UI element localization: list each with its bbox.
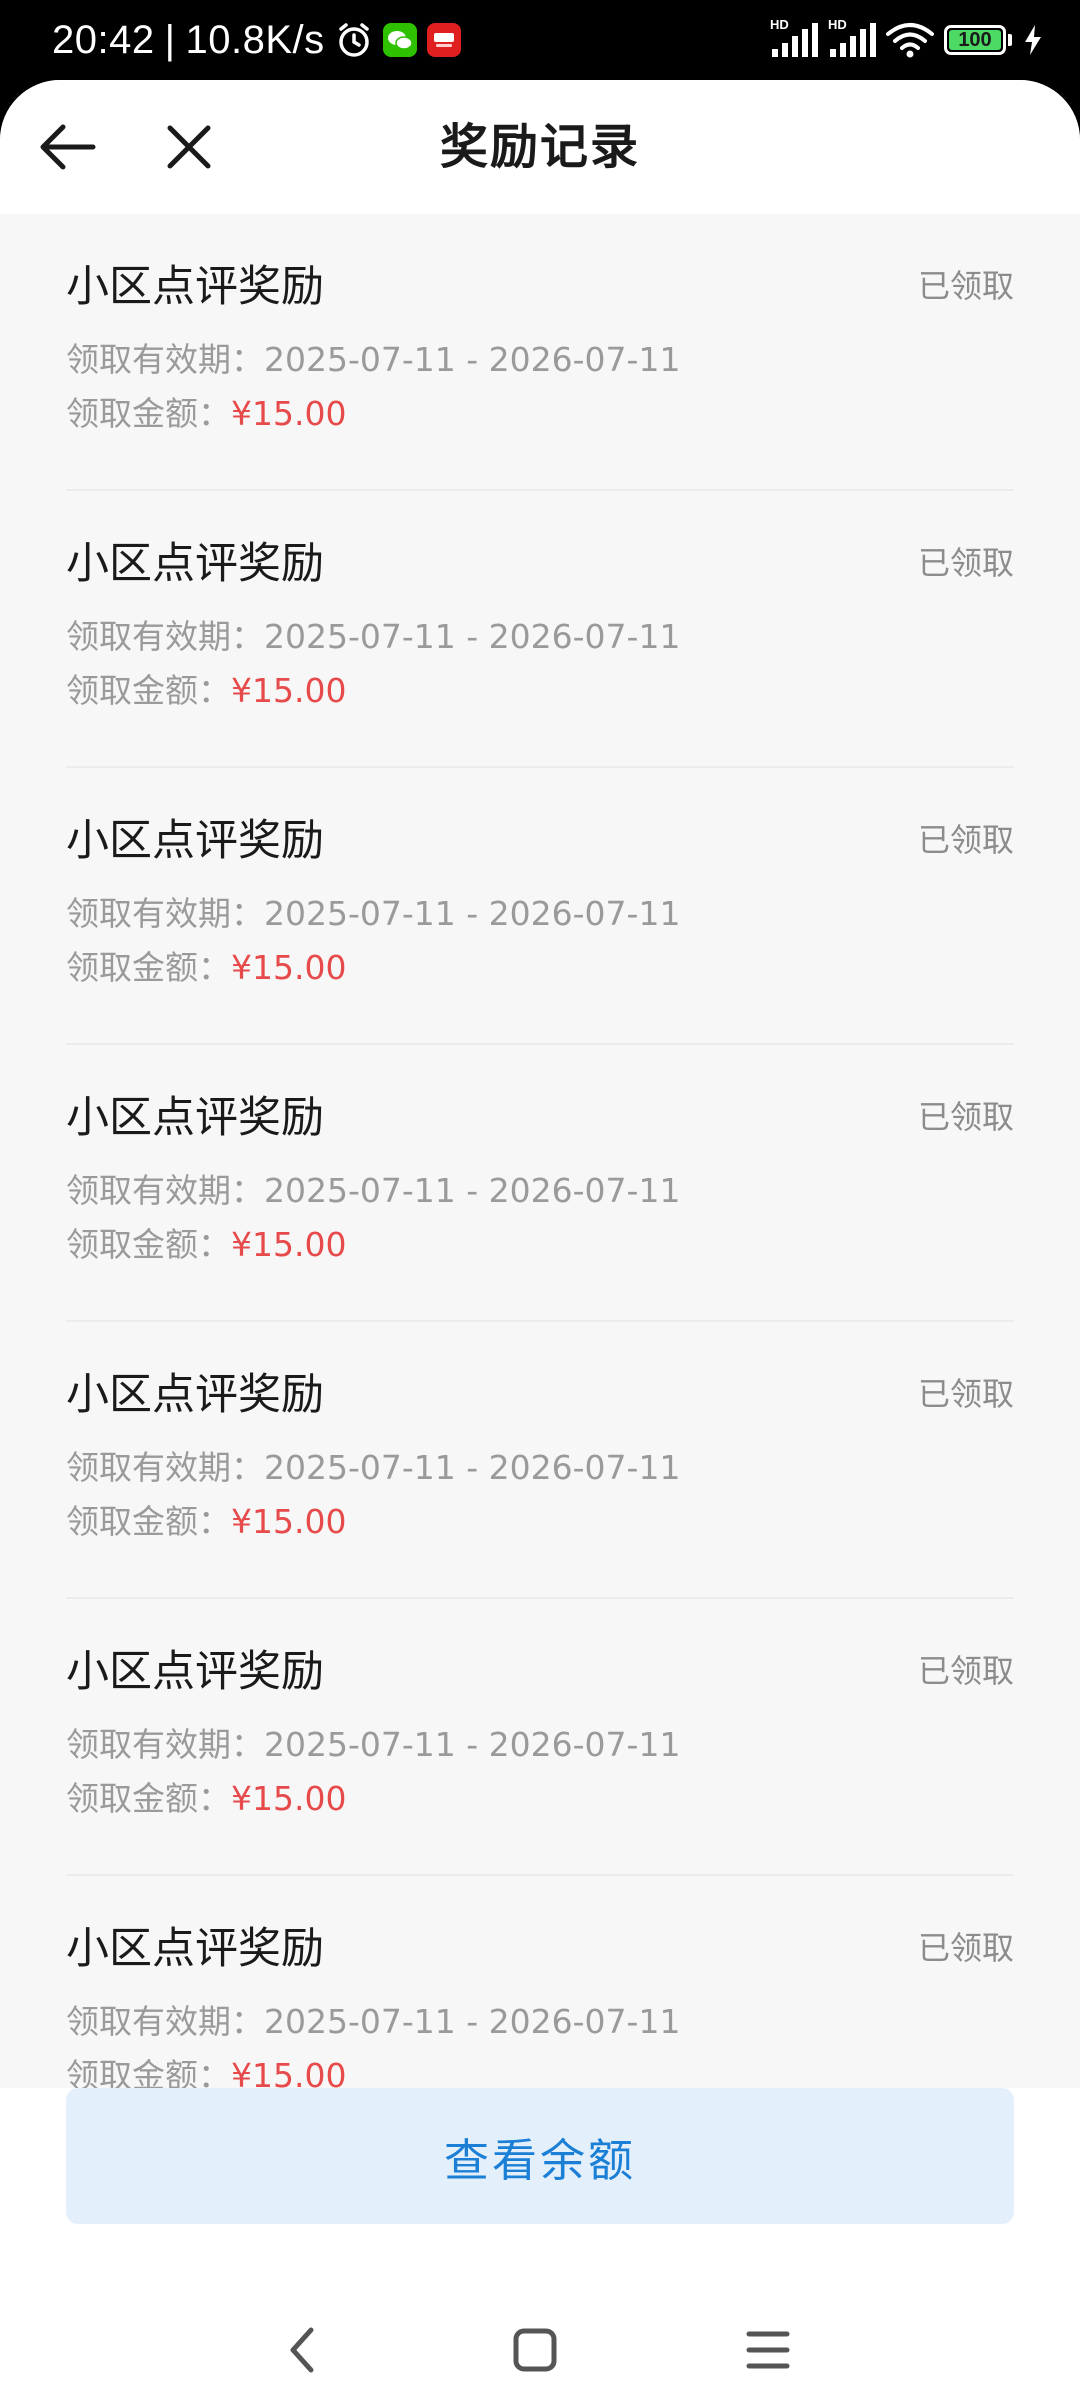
validity-range: 2025-07-11 - 2026-07-11 [264, 1448, 681, 1487]
status-time: 20:42 [52, 17, 155, 62]
record-item[interactable]: 小区点评奖励 已领取 领取有效期：2025-07-11 - 2026-07-11 领取… [66, 768, 1014, 1045]
system-back-button[interactable] [253, 2300, 353, 2400]
record-item[interactable]: 小区点评奖励 已领取 领取有效期：2025-07-11 - 2026-07-11 领取… [66, 1045, 1014, 1322]
record-status-badge: 已领取 [917, 544, 1014, 582]
record-validity: 领取有效期：2025-07-11 - 2026-07-11 [66, 338, 680, 382]
record-status-badge: 已领取 [917, 1652, 1014, 1690]
validity-label: 领取有效期： [66, 1448, 264, 1487]
record-title: 小区点评奖励 [66, 1924, 324, 1974]
amount-label: 领取金额： [66, 671, 231, 710]
validity-label: 领取有效期： [66, 1725, 264, 1764]
validity-range: 2025-07-11 - 2026-07-11 [264, 2002, 681, 2041]
charging-icon [1022, 24, 1044, 56]
record-status-badge: 已领取 [917, 1375, 1014, 1413]
record-amount: 领取金额：¥15.00 [66, 669, 346, 713]
signal-icon: HD [770, 17, 818, 57]
record-title: 小区点评奖励 [66, 1093, 324, 1143]
record-item[interactable]: 小区点评奖励 已领取 领取有效期：2025-07-11 - 2026-07-11 领取… [66, 214, 1014, 491]
chevron-left-icon [290, 2327, 314, 2373]
record-amount: 领取金额：¥15.00 [66, 1500, 346, 1544]
validity-range: 2025-07-11 - 2026-07-11 [264, 894, 681, 933]
system-menu-button[interactable] [718, 2300, 818, 2400]
record-validity: 领取有效期：2025-07-11 - 2026-07-11 [66, 615, 680, 659]
record-status-badge: 已领取 [917, 267, 1014, 305]
amount-value: ¥15.00 [231, 1779, 347, 1818]
header-bar: 奖励记录 [0, 80, 1080, 214]
amount-label: 领取金额： [66, 394, 231, 433]
record-title: 小区点评奖励 [66, 816, 324, 866]
wifi-icon [886, 22, 934, 58]
amount-label: 领取金额： [66, 1502, 231, 1541]
record-item[interactable]: 小区点评奖励 已领取 领取有效期：2025-07-11 - 2026-07-11 领取… [66, 491, 1014, 768]
validity-label: 领取有效期： [66, 1171, 264, 1210]
status-bar: 20:42 | 10.8K/s HD HD 100 [0, 0, 1080, 80]
news-app-icon [426, 23, 461, 57]
record-validity: 领取有效期：2025-07-11 - 2026-07-11 [66, 1446, 680, 1490]
record-amount: 领取金额：¥15.00 [66, 1223, 346, 1267]
app-window: 奖励记录 小区点评奖励 已领取 领取有效期：2025-07-11 - 2026-07… [0, 80, 1080, 2400]
view-balance-button[interactable]: 查看余额 [66, 2088, 1014, 2224]
record-status-badge: 已领取 [917, 1098, 1014, 1136]
record-title: 小区点评奖励 [66, 539, 324, 589]
record-item[interactable]: 小区点评奖励 已领取 领取有效期：2025-07-11 - 2026-07-11 领取… [66, 1322, 1014, 1599]
record-validity: 领取有效期：2025-07-11 - 2026-07-11 [66, 1169, 680, 1213]
record-item[interactable]: 小区点评奖励 已领取 领取有效期：2025-07-11 - 2026-07-11 领取… [66, 1599, 1014, 1876]
status-left: 20:42 | 10.8K/s [52, 0, 461, 80]
amount-value: ¥15.00 [231, 394, 347, 433]
amount-value: ¥15.00 [231, 671, 347, 710]
hamburger-menu-icon [746, 2331, 790, 2369]
battery-icon: 100 [944, 25, 1012, 55]
page-title: 奖励记录 [439, 119, 640, 175]
validity-range: 2025-07-11 - 2026-07-11 [264, 617, 681, 656]
record-title: 小区点评奖励 [66, 1370, 324, 1420]
amount-value: ¥15.00 [231, 1502, 347, 1541]
record-validity: 领取有效期：2025-07-11 - 2026-07-11 [66, 1723, 680, 1767]
status-separator: | [164, 17, 176, 62]
amount-value: ¥15.00 [231, 1225, 347, 1264]
system-navigation-bar [0, 2300, 1080, 2400]
validity-label: 领取有效期： [66, 2002, 264, 2041]
validity-label: 领取有效期： [66, 617, 264, 656]
record-amount: 领取金额：¥15.00 [66, 392, 346, 436]
network-speed: 10.8K/s [185, 17, 325, 62]
amount-label: 领取金额： [66, 948, 231, 987]
record-status-badge: 已领取 [917, 821, 1014, 859]
signal-hd-label: HD [828, 17, 847, 32]
validity-range: 2025-07-11 - 2026-07-11 [264, 340, 681, 379]
wechat-icon [382, 23, 417, 57]
amount-label: 领取金额： [66, 1225, 231, 1264]
validity-range: 2025-07-11 - 2026-07-11 [264, 1171, 681, 1210]
signal-icon: HD [828, 17, 876, 57]
signal-hd-label: HD [770, 17, 789, 32]
validity-range: 2025-07-11 - 2026-07-11 [264, 1725, 681, 1764]
reward-record-list[interactable]: 小区点评奖励 已领取 领取有效期：2025-07-11 - 2026-07-11 领取… [0, 214, 1080, 2168]
validity-label: 领取有效期： [66, 894, 264, 933]
record-status-badge: 已领取 [917, 1929, 1014, 1967]
record-amount: 领取金额：¥15.00 [66, 946, 346, 990]
record-validity: 领取有效期：2025-07-11 - 2026-07-11 [66, 2000, 680, 2044]
validity-label: 领取有效期： [66, 340, 264, 379]
amount-value: ¥15.00 [231, 948, 347, 987]
battery-level: 100 [958, 28, 992, 51]
status-right: HD HD 100 [770, 0, 1044, 80]
record-title: 小区点评奖励 [66, 1647, 324, 1697]
alarm-icon [335, 21, 373, 59]
amount-label: 领取金额： [66, 1779, 231, 1818]
square-home-icon [513, 2328, 557, 2372]
system-home-button[interactable] [485, 2300, 585, 2400]
record-amount: 领取金额：¥15.00 [66, 1777, 346, 1821]
record-title: 小区点评奖励 [66, 262, 324, 312]
bottom-bar: 查看余额 [0, 2088, 1080, 2400]
record-validity: 领取有效期：2025-07-11 - 2026-07-11 [66, 892, 680, 936]
